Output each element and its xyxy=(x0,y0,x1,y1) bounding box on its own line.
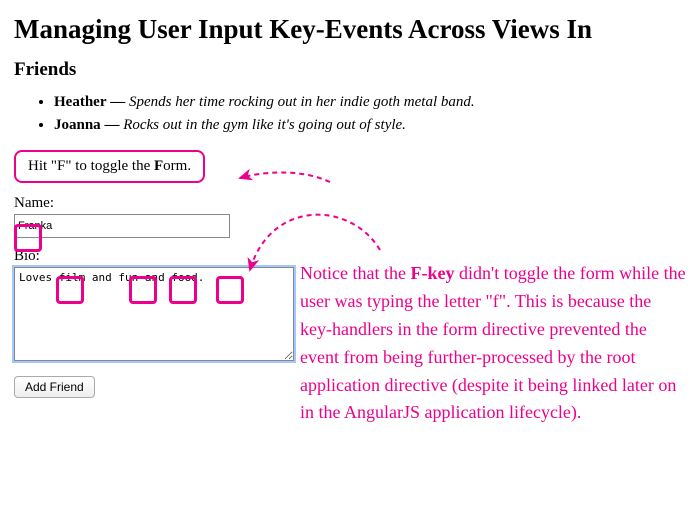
friend-desc: Spends her time rocking out in her indie… xyxy=(129,94,475,110)
name-input[interactable] xyxy=(14,214,230,238)
tip-callout: Hit "F" to toggle the Form. xyxy=(14,150,205,183)
arrow-to-tip-icon xyxy=(240,173,330,183)
annotation-pre: Notice that the xyxy=(300,263,410,283)
tip-text-suffix: orm. xyxy=(163,158,191,174)
annotation-note: Notice that the F-key didn't toggle the … xyxy=(300,260,686,427)
list-item: Heather — Spends her time rocking out in… xyxy=(54,91,686,114)
separator: — xyxy=(104,117,123,133)
separator: — xyxy=(110,94,129,110)
friend-name: Heather xyxy=(54,94,106,110)
list-item: Joanna — Rocks out in the gym like it's … xyxy=(54,114,686,137)
name-label: Name: xyxy=(14,195,686,212)
page-title: Managing User Input Key-Events Across Vi… xyxy=(14,14,686,45)
annotation-post: didn't toggle the form while the user wa… xyxy=(300,263,686,422)
tip-text-prefix: Hit "F" to toggle the xyxy=(28,158,154,174)
friends-list: Heather — Spends her time rocking out in… xyxy=(14,91,686,136)
friend-name: Joanna xyxy=(54,117,101,133)
annotation-keyname: F-key xyxy=(410,263,454,283)
bio-textarea[interactable] xyxy=(14,267,294,361)
page-root: Managing User Input Key-Events Across Vi… xyxy=(0,0,700,507)
name-field-row: Name: xyxy=(14,195,686,238)
tip-hotkey: F xyxy=(154,158,163,174)
friend-desc: Rocks out in the gym like it's going out… xyxy=(123,117,406,133)
add-friend-button[interactable]: Add Friend xyxy=(14,376,95,398)
section-heading: Friends xyxy=(14,59,686,81)
